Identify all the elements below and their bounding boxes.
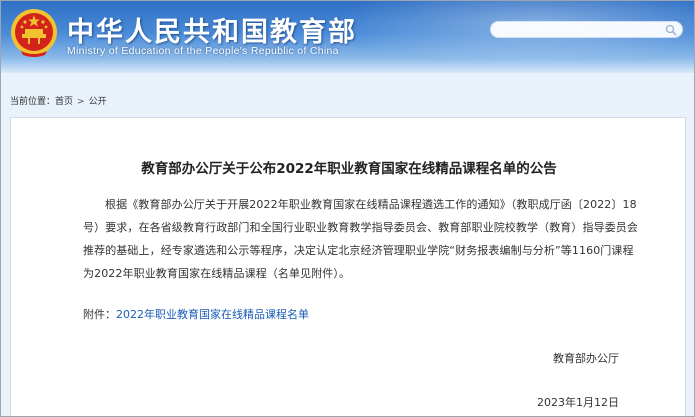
article-panel: 教育部办公厅关于公布2022年职业教育国家在线精品课程名单的公告 根据《教育部办…: [10, 117, 686, 416]
page-frame: 中华人民共和国教育部 Ministry of Education of the …: [0, 0, 695, 417]
article-body: 根据《教育部办公厅关于开展2022年职业教育国家在线精品课程遴选工作的通知》（教…: [83, 198, 638, 280]
article-date: 2023年1月12日: [537, 396, 619, 409]
article-title: 教育部办公厅关于公布2022年职业教育国家在线精品课程名单的公告: [141, 161, 557, 177]
breadcrumb-public-link[interactable]: 公开: [89, 97, 107, 107]
site-title[interactable]: 中华人民共和国教育部: [67, 10, 357, 49]
national-emblem-icon: [11, 9, 57, 57]
search-input[interactable]: [491, 27, 661, 42]
site-header: 中华人民共和国教育部 Ministry of Education of the …: [1, 1, 694, 73]
breadcrumb-prefix: 当前位置：: [10, 97, 56, 107]
search-box: [490, 21, 683, 42]
breadcrumb-separator: >: [77, 97, 85, 107]
attachment-link[interactable]: 2022年职业教育国家在线精品课程名单: [116, 308, 309, 321]
article-signature: 教育部办公厅: [553, 352, 619, 365]
attachment-line: 附件：2022年职业教育国家在线精品课程名单: [83, 306, 309, 322]
attachment-label: 附件：: [83, 308, 116, 321]
breadcrumb-home-link[interactable]: 首页: [55, 97, 73, 107]
site-subtitle: Ministry of Education of the People's Re…: [67, 45, 339, 57]
search-icon[interactable]: [665, 24, 677, 36]
breadcrumb: 当前位置：首页 > 公开: [10, 94, 107, 107]
